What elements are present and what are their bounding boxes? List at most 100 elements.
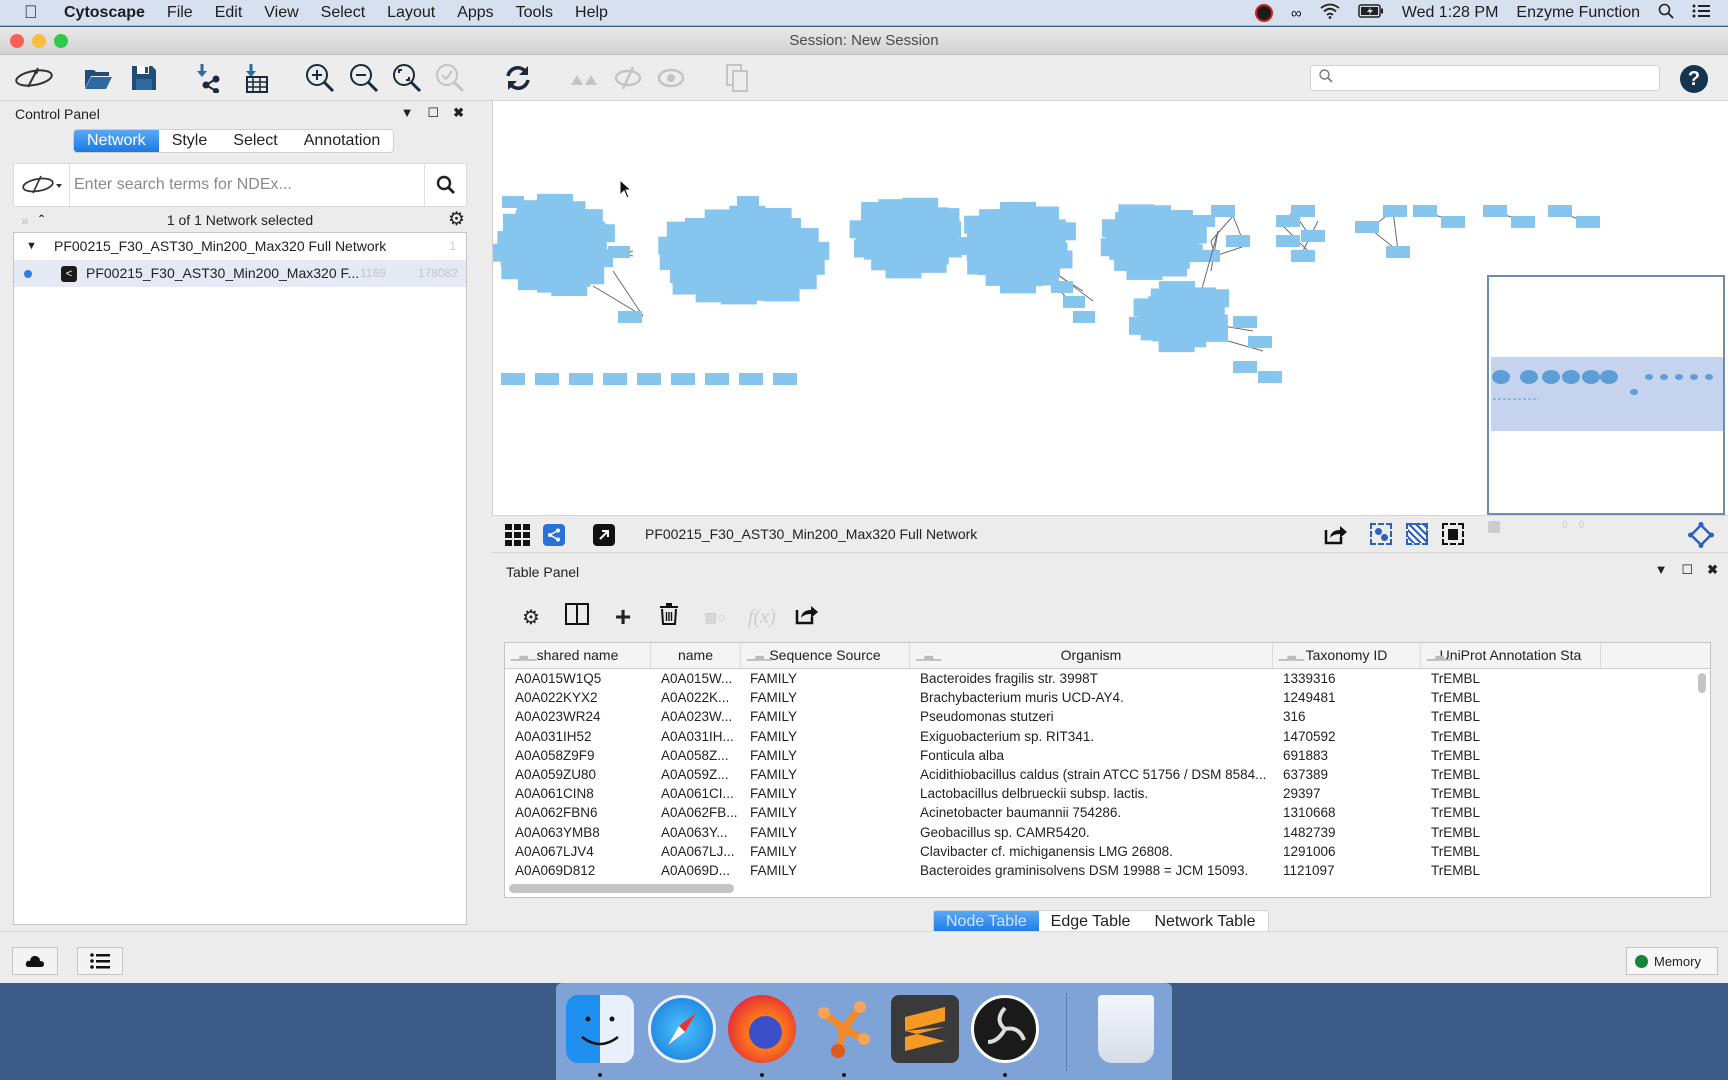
expand-collection-icon[interactable]: ▼ bbox=[26, 233, 37, 260]
network-node[interactable] bbox=[705, 373, 729, 385]
tab-annotation[interactable]: Annotation bbox=[291, 130, 394, 152]
menu-edit[interactable]: Edit bbox=[215, 4, 243, 22]
table-cell[interactable]: A0A059ZU80 bbox=[515, 765, 655, 784]
table-cell[interactable]: A0A022K... bbox=[661, 688, 749, 707]
table-cell[interactable]: 1470592 bbox=[1283, 727, 1423, 746]
network-node[interactable] bbox=[608, 246, 630, 258]
panel-float-icon[interactable]: ☐ bbox=[427, 105, 439, 121]
table-cell[interactable]: A0A067LJ... bbox=[661, 842, 749, 861]
table-cell[interactable]: A0A031IH52 bbox=[515, 727, 655, 746]
table-cell[interactable]: Geobacillus sp. CAMR5420. bbox=[920, 823, 1278, 842]
network-node[interactable] bbox=[1063, 296, 1085, 308]
menu-help[interactable]: Help bbox=[575, 4, 608, 22]
table-cell[interactable]: A0A023W... bbox=[661, 707, 749, 726]
network-node[interactable] bbox=[986, 240, 1023, 259]
table-cell[interactable]: 637389 bbox=[1283, 765, 1423, 784]
network-node[interactable] bbox=[1196, 250, 1220, 262]
table-cell[interactable]: A0A023WR24 bbox=[515, 707, 655, 726]
table-cell[interactable]: A0A063YMB8 bbox=[515, 823, 655, 842]
dock-firefox-icon[interactable] bbox=[728, 995, 796, 1063]
tab-style[interactable]: Style bbox=[159, 130, 221, 152]
table-cell[interactable]: 1339316 bbox=[1283, 669, 1423, 688]
table-cell[interactable]: TrEMBL bbox=[1431, 765, 1601, 784]
spotlight-search-icon[interactable] bbox=[1658, 3, 1674, 24]
table-cell[interactable]: FAMILY bbox=[750, 707, 910, 726]
network-node[interactable] bbox=[1258, 371, 1282, 383]
table-cell[interactable]: 316 bbox=[1283, 707, 1423, 726]
network-node[interactable] bbox=[737, 196, 759, 208]
table-cell[interactable]: FAMILY bbox=[750, 784, 910, 803]
dock-obs-icon[interactable] bbox=[971, 995, 1039, 1063]
network-node[interactable] bbox=[747, 242, 784, 261]
import-table-icon[interactable] bbox=[240, 63, 272, 93]
table-cell[interactable]: FAMILY bbox=[750, 727, 910, 746]
table-row[interactable]: A0A023WR24 A0A023W... FAMILY Pseudomonas st… bbox=[505, 707, 1710, 726]
menu-tools[interactable]: Tools bbox=[516, 4, 553, 22]
battery-icon[interactable] bbox=[1358, 3, 1384, 23]
table-cell[interactable]: A0A059Z... bbox=[661, 765, 749, 784]
table-row[interactable]: A0A061CIN8 A0A061CI... FAMILY Lactobacillus… bbox=[505, 784, 1710, 803]
network-node[interactable] bbox=[1165, 307, 1201, 325]
network-node[interactable] bbox=[1073, 311, 1095, 323]
table-cell[interactable]: Exiguobacterium sp. RIT341. bbox=[920, 727, 1278, 746]
export-icon[interactable] bbox=[1324, 523, 1348, 550]
table-cell[interactable]: 1482739 bbox=[1283, 823, 1423, 842]
table-cell[interactable]: FAMILY bbox=[750, 861, 910, 880]
network-node[interactable] bbox=[1133, 235, 1170, 254]
toolbar-search[interactable] bbox=[1310, 65, 1660, 91]
network-node[interactable] bbox=[717, 226, 754, 245]
network-node[interactable] bbox=[501, 373, 525, 385]
table-cell[interactable]: A0A062FB... bbox=[661, 803, 749, 822]
tab-network[interactable]: Network bbox=[74, 130, 159, 152]
network-node[interactable] bbox=[1355, 221, 1379, 233]
show-columns-icon[interactable] bbox=[564, 603, 590, 631]
table-cell[interactable]: TrEMBL bbox=[1431, 842, 1601, 861]
network-node[interactable] bbox=[1576, 216, 1600, 228]
table-options-gear-icon[interactable]: ⚙ bbox=[518, 605, 544, 630]
table-row[interactable]: A0A067LJV4 A0A067LJ... FAMILY Clavibacter c… bbox=[505, 842, 1710, 861]
network-node[interactable] bbox=[1248, 336, 1272, 348]
table-cell[interactable]: A0A063Y... bbox=[661, 823, 749, 842]
network-node[interactable] bbox=[1233, 361, 1257, 373]
network-node[interactable] bbox=[603, 373, 627, 385]
table-row[interactable]: A0A062FBN6 A0A062FB... FAMILY Acinetobacter… bbox=[505, 803, 1710, 822]
apple-menu-icon[interactable]:  bbox=[24, 2, 42, 23]
table-cell[interactable]: TrEMBL bbox=[1431, 823, 1601, 842]
table-row[interactable]: A0A031IH52 A0A031IH... FAMILY Exiguobacteri… bbox=[505, 727, 1710, 746]
close-window-button[interactable] bbox=[10, 34, 24, 48]
network-node[interactable] bbox=[1211, 205, 1235, 217]
network-node[interactable] bbox=[1386, 246, 1410, 258]
network-node[interactable] bbox=[550, 227, 587, 246]
ndex-source-dropdown[interactable] bbox=[14, 164, 70, 206]
dock-trash-icon[interactable] bbox=[1098, 995, 1154, 1063]
table-row[interactable]: A0A063YMB8 A0A063Y... FAMILY Geobacillus sp… bbox=[505, 823, 1710, 842]
ndex-search-button[interactable] bbox=[424, 164, 466, 206]
menu-select[interactable]: Select bbox=[321, 4, 365, 22]
table-cell[interactable]: Brachybacterium muris UCD-AY4. bbox=[920, 688, 1278, 707]
select-annotations-icon[interactable] bbox=[1442, 523, 1464, 545]
zoom-in-icon[interactable] bbox=[304, 63, 336, 93]
table-cell[interactable]: A0A067LJV4 bbox=[515, 842, 655, 861]
toolbar-search-input[interactable] bbox=[1339, 68, 1649, 88]
table-cell[interactable]: Lactobacillus delbrueckii subsp. lactis. bbox=[920, 784, 1278, 803]
network-node[interactable] bbox=[899, 231, 936, 250]
network-canvas[interactable] bbox=[491, 101, 1728, 515]
network-node[interactable] bbox=[773, 373, 797, 385]
table-cell[interactable]: TrEMBL bbox=[1431, 669, 1601, 688]
network-options-gear-icon[interactable]: ⚙ bbox=[448, 209, 465, 231]
network-node[interactable] bbox=[710, 262, 747, 281]
minimize-window-button[interactable] bbox=[32, 34, 46, 48]
table-cell[interactable]: Acinetobacter baumannii 754286. bbox=[920, 803, 1278, 822]
table-cell[interactable]: TrEMBL bbox=[1431, 727, 1601, 746]
table-cell[interactable]: A0A015W... bbox=[661, 669, 749, 688]
table-cell[interactable]: TrEMBL bbox=[1431, 688, 1601, 707]
dock-cytoscape-icon[interactable] bbox=[810, 995, 878, 1063]
table-cell[interactable]: FAMILY bbox=[750, 746, 910, 765]
grid-view-icon[interactable] bbox=[505, 524, 531, 551]
clock[interactable]: Wed 1:28 PM bbox=[1402, 4, 1499, 22]
horizontal-scrollbar[interactable] bbox=[509, 884, 734, 893]
vertical-scrollbar[interactable] bbox=[1698, 673, 1706, 693]
expand-all-icon[interactable]: » bbox=[21, 209, 29, 231]
select-edges-icon[interactable] bbox=[1406, 523, 1428, 545]
table-cell[interactable]: A0A069D... bbox=[661, 861, 749, 880]
